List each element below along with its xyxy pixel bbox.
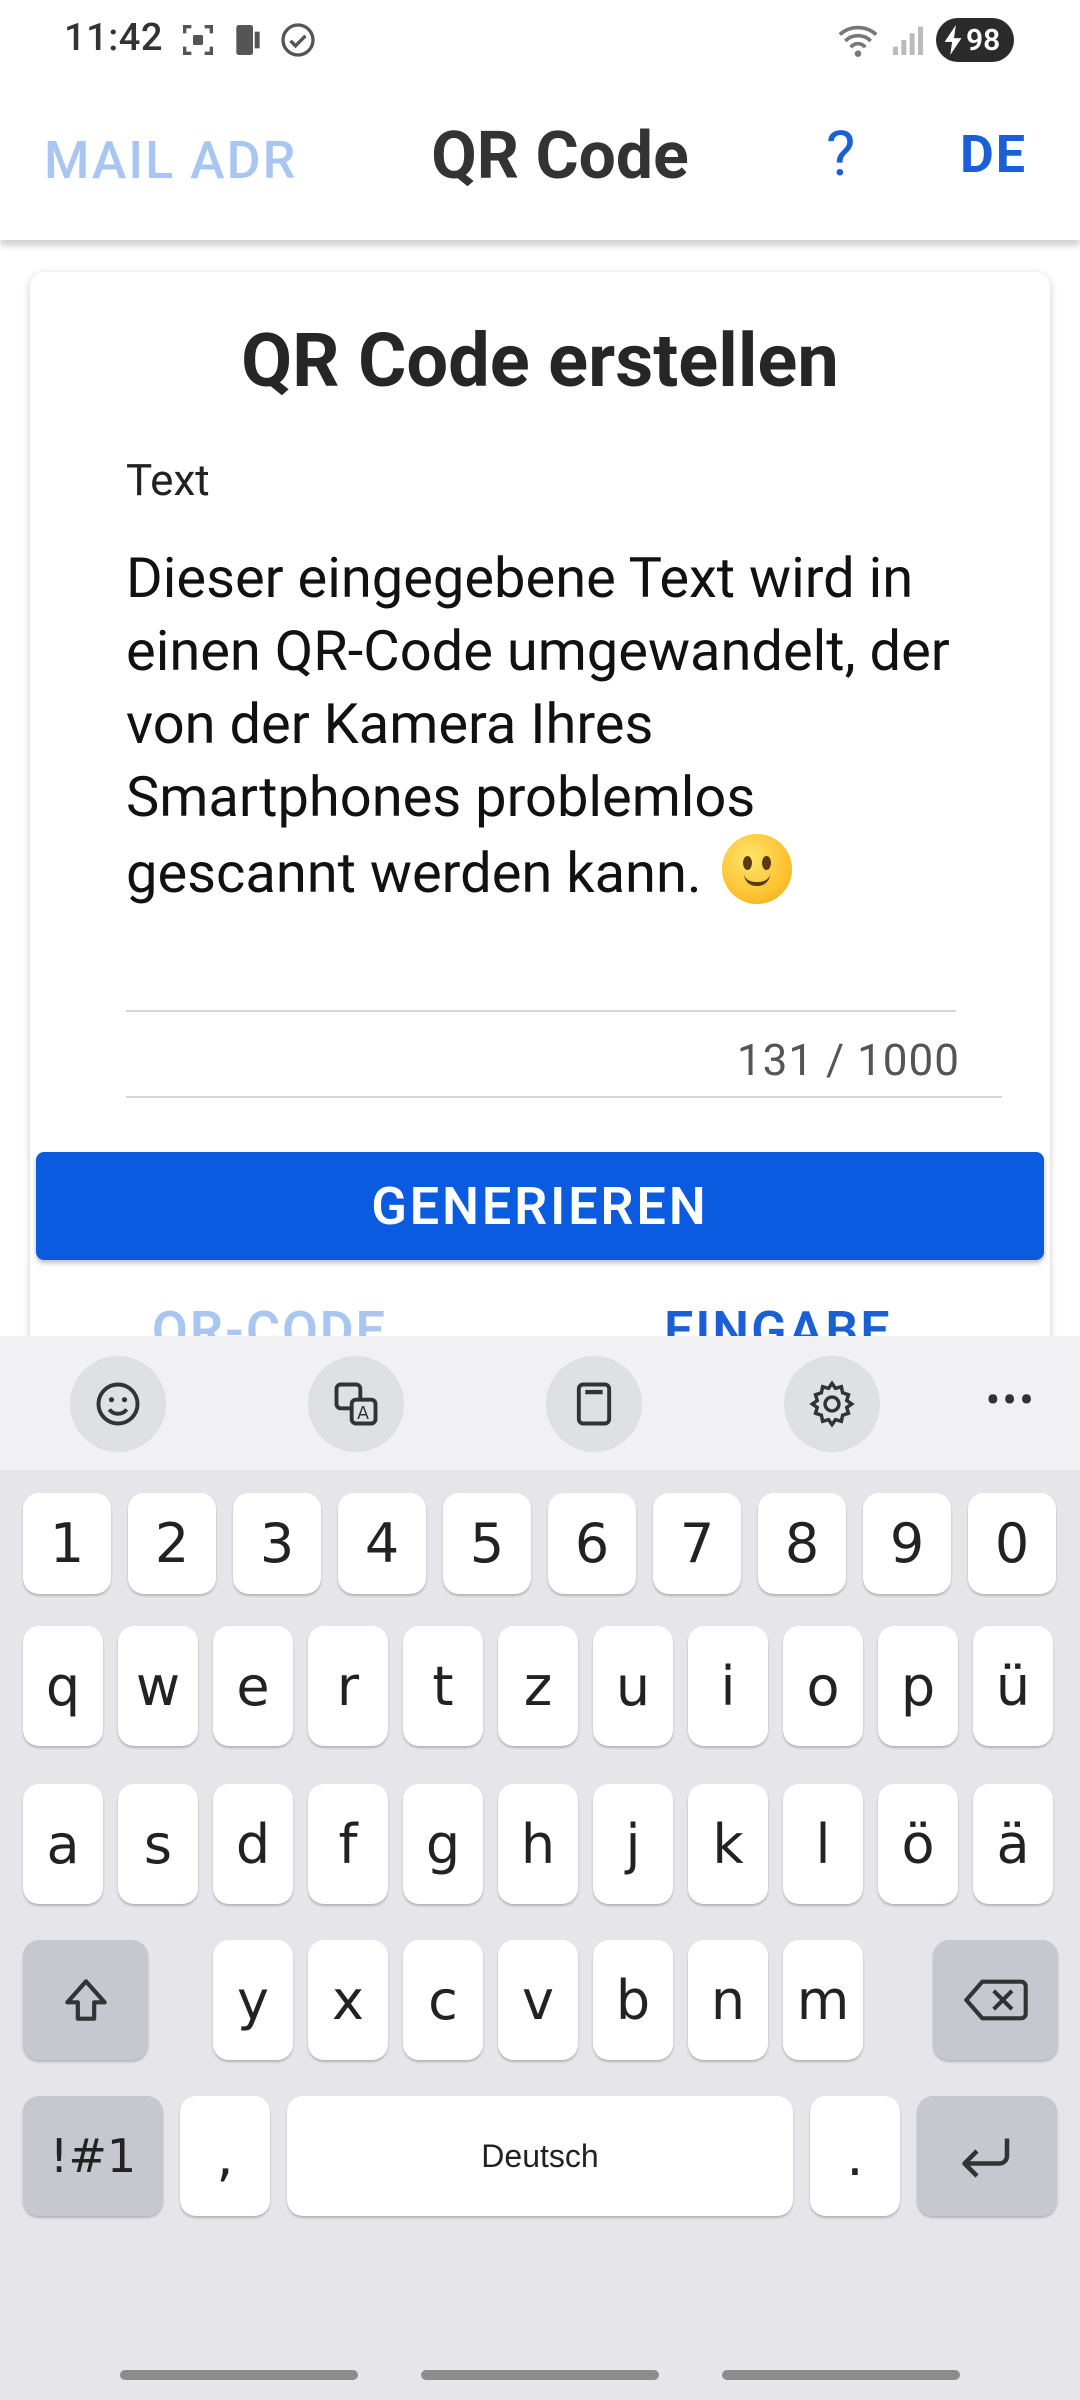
key[interactable]: 5 — [443, 1493, 531, 1594]
key[interactable]: ä — [973, 1784, 1053, 1904]
status-time: 11:42 — [64, 16, 163, 60]
key[interactable]: i — [688, 1626, 768, 1746]
key[interactable]: 6 — [548, 1493, 636, 1594]
key[interactable]: d — [213, 1784, 293, 1904]
check-circle-icon — [281, 23, 315, 57]
key[interactable]: v — [498, 1940, 578, 2060]
key[interactable]: n — [688, 1940, 768, 2060]
key[interactable]: o — [783, 1626, 863, 1746]
screenshot-icon — [183, 25, 213, 55]
shift-icon — [64, 1979, 107, 2021]
clipboard-icon — [576, 1382, 612, 1426]
key[interactable]: s — [118, 1784, 198, 1904]
key[interactable]: l — [783, 1784, 863, 1904]
charging-bolt-icon — [944, 25, 962, 55]
enter-key[interactable] — [917, 2096, 1057, 2216]
character-counter: 131 / 1000 — [736, 1034, 960, 1086]
key[interactable]: 0 — [968, 1493, 1056, 1594]
space-key[interactable]: Deutsch — [287, 2096, 793, 2216]
key[interactable]: ü — [973, 1626, 1053, 1746]
key[interactable]: f — [308, 1784, 388, 1904]
settings-button[interactable] — [784, 1356, 880, 1452]
key[interactable]: g — [403, 1784, 483, 1904]
key[interactable]: 1 — [23, 1493, 111, 1594]
key[interactable]: z — [498, 1626, 578, 1746]
key[interactable]: r — [308, 1626, 388, 1746]
key[interactable]: x — [308, 1940, 388, 2060]
key[interactable]: h — [498, 1784, 578, 1904]
text-input-value: Dieser eingegebene Text wird in einen QR… — [126, 545, 950, 906]
status-system-icons: 98 — [836, 18, 1014, 62]
gear-icon — [809, 1380, 855, 1428]
shift-key[interactable] — [23, 1940, 148, 2060]
key[interactable]: t — [403, 1626, 483, 1746]
nav-bar-right — [722, 2370, 960, 2380]
key[interactable]: p — [878, 1626, 958, 1746]
keyboard: A ••• 1 2 3 4 5 6 7 8 9 0 q w e r t z u … — [0, 1336, 1080, 2400]
text-input[interactable]: Dieser eingegebene Text wird in einen QR… — [126, 542, 966, 910]
text-field-underline — [126, 1010, 956, 1012]
emoji-icon — [96, 1382, 140, 1426]
key[interactable]: y — [213, 1940, 293, 2060]
smiley-emoji-icon — [721, 834, 792, 904]
key[interactable]: q — [23, 1626, 103, 1746]
more-options-icon[interactable]: ••• — [985, 1374, 1036, 1426]
card-title: QR Code erstellen — [241, 318, 839, 405]
text-field-label: Text — [126, 454, 210, 506]
help-button[interactable]: ? — [826, 118, 855, 191]
status-notification-icons — [178, 20, 318, 60]
qr-create-card: QR Code erstellen Text Dieser eingegeben… — [30, 272, 1050, 1372]
key[interactable]: 8 — [758, 1493, 846, 1594]
key[interactable]: u — [593, 1626, 673, 1746]
keyboard-toolbar: A ••• — [0, 1336, 1080, 1470]
backspace-key[interactable] — [933, 1940, 1058, 2060]
key[interactable]: c — [403, 1940, 483, 2060]
translate-icon: A — [334, 1382, 378, 1426]
key[interactable]: 3 — [233, 1493, 321, 1594]
key[interactable]: j — [593, 1784, 673, 1904]
key[interactable]: w — [118, 1626, 198, 1746]
nav-bar-home[interactable] — [421, 2370, 659, 2380]
emoji-button[interactable] — [70, 1356, 166, 1452]
signal-icon — [893, 26, 923, 55]
comma-key[interactable]: , — [180, 2096, 270, 2216]
clipboard-button[interactable] — [546, 1356, 642, 1452]
key[interactable]: a — [23, 1784, 103, 1904]
translate-button[interactable]: A — [308, 1356, 404, 1452]
wifi-icon — [838, 25, 878, 57]
backspace-icon — [963, 1979, 1028, 2021]
symbols-key[interactable]: !#1 — [23, 2096, 163, 2216]
app-bar: MAIL ADR QR Code ? DE — [0, 80, 1080, 240]
field-divider — [126, 1096, 1002, 1098]
enter-icon — [962, 2138, 1010, 2178]
key[interactable]: 9 — [863, 1493, 951, 1594]
key[interactable]: b — [593, 1940, 673, 2060]
key[interactable]: 4 — [338, 1493, 426, 1594]
battery-level: 98 — [966, 22, 1001, 58]
status-bar: 11:42 98 — [0, 0, 1080, 80]
nav-bar-left — [120, 2370, 358, 2380]
page-title: QR Code — [431, 118, 689, 195]
battery-indicator: 98 — [936, 18, 1014, 62]
period-key[interactable]: . — [810, 2096, 900, 2216]
key[interactable]: k — [688, 1784, 768, 1904]
key[interactable]: e — [213, 1626, 293, 1746]
key[interactable]: 7 — [653, 1493, 741, 1594]
key[interactable]: 2 — [128, 1493, 216, 1594]
svg-text:A: A — [357, 1404, 369, 1424]
language-button[interactable]: DE — [960, 124, 1027, 185]
device-icon — [236, 25, 260, 55]
key[interactable]: ö — [878, 1784, 958, 1904]
generate-button[interactable]: GENERIEREN — [36, 1152, 1044, 1260]
key[interactable]: m — [783, 1940, 863, 2060]
